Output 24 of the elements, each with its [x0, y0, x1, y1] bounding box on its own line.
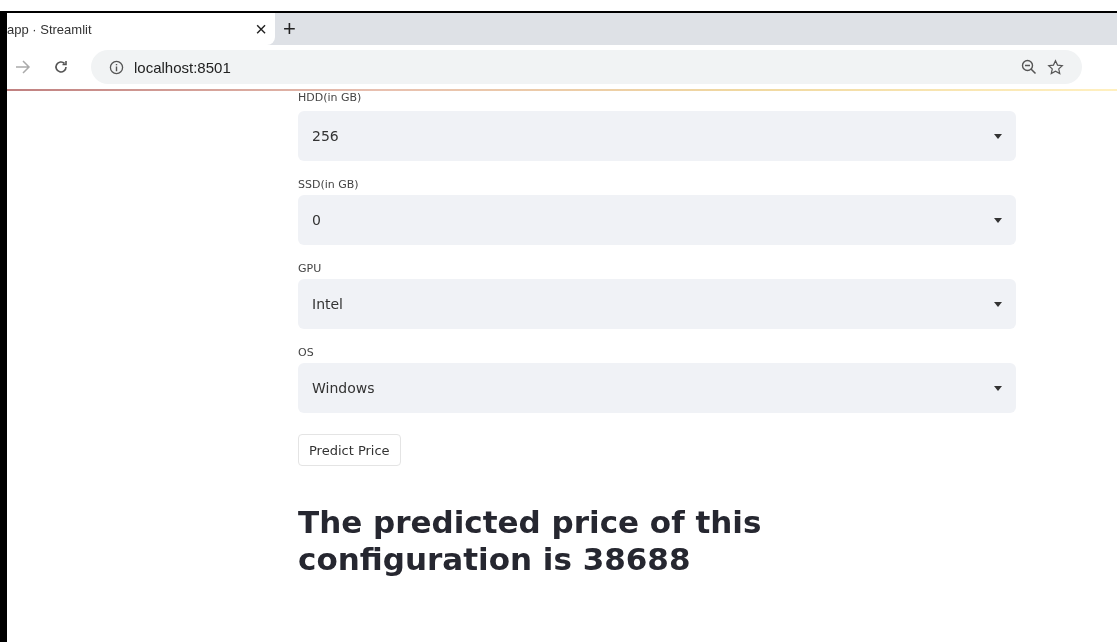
info-icon[interactable]: [109, 59, 124, 75]
close-tab-button[interactable]: ×: [255, 17, 267, 41]
field-label: OS: [298, 345, 315, 361]
star-icon[interactable]: [1047, 58, 1064, 76]
browser-tab[interactable]: app · Streamlit ×: [7, 13, 275, 45]
caret-icon: [994, 301, 1002, 307]
select-field[interactable]: 256: [298, 111, 1016, 161]
new-tab-button[interactable]: +: [283, 16, 296, 42]
tab-title: app · Streamlit: [7, 21, 92, 37]
field-label: GPU: [298, 261, 323, 277]
field-label: SSD(in GB): [298, 177, 360, 193]
result-heading: The predicted price of this configuration is 38688: [298, 504, 763, 578]
address-bar[interactable]: localhost:8501: [91, 50, 1082, 84]
caret-icon: [994, 385, 1002, 391]
select-field[interactable]: 0: [298, 195, 1016, 245]
url-text: localhost:8501: [134, 58, 231, 76]
zoom-out-icon[interactable]: [1021, 59, 1037, 75]
caret-icon: [994, 133, 1002, 139]
field-label: HDD(in GB): [298, 91, 363, 106]
select-field[interactable]: Intel: [298, 279, 1016, 329]
predict-button[interactable]: Predict Price: [298, 434, 401, 466]
caret-icon: [994, 217, 1002, 223]
select-field[interactable]: Windows: [298, 363, 1016, 413]
reload-icon[interactable]: [53, 59, 69, 75]
